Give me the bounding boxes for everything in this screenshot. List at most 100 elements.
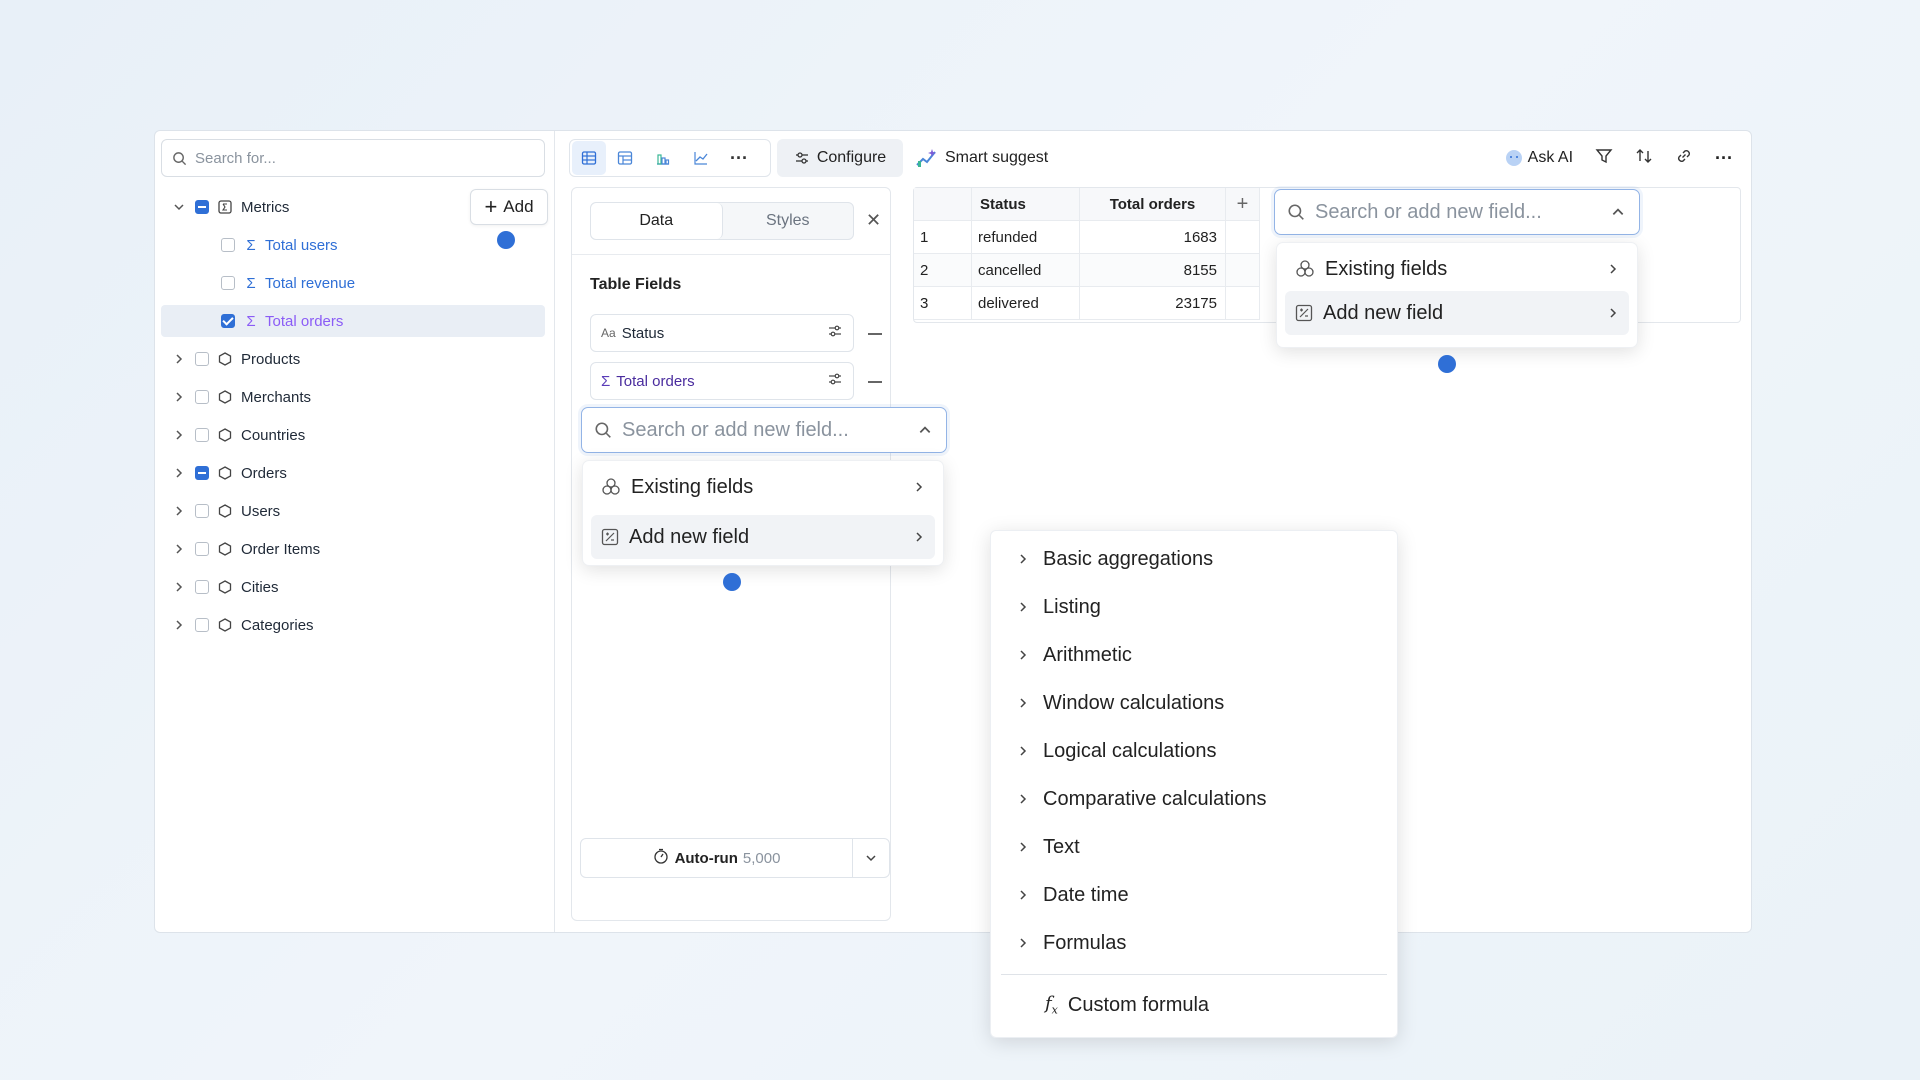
smart-suggest-button[interactable]: Smart suggest	[915, 139, 1048, 177]
column-header-total-orders[interactable]: Total orders	[1080, 188, 1226, 221]
menu-item-window-calculations[interactable]: Window calculations	[1017, 683, 1224, 723]
menu-item-existing-fields[interactable]: Existing fields	[1285, 247, 1629, 291]
section-title: Table Fields	[590, 276, 682, 293]
tree-item-order-items[interactable]: Order Items	[161, 533, 545, 565]
menu-item-text[interactable]: Text	[1017, 827, 1080, 867]
tree-item-merchants[interactable]: Merchants	[161, 381, 545, 413]
tree-item-products[interactable]: Products	[161, 343, 545, 375]
table-cell[interactable]: cancelled	[972, 254, 1080, 287]
field-settings-icon[interactable]	[827, 323, 843, 343]
chevron-right-icon[interactable]	[169, 619, 189, 631]
menu-item-basic-aggregations[interactable]: Basic aggregations	[1017, 539, 1213, 579]
checkbox[interactable]	[195, 504, 209, 518]
link-icon[interactable]	[1675, 147, 1693, 170]
table-cell[interactable]: 8155	[1080, 254, 1226, 287]
existing-fields-icon	[602, 478, 620, 495]
table-cell[interactable]: refunded	[972, 221, 1080, 254]
chevron-right-icon[interactable]	[169, 505, 189, 517]
column-header-status[interactable]: Status	[972, 188, 1080, 221]
tree-item-cities[interactable]: Cities	[161, 571, 545, 603]
menu-item-label: Listing	[1043, 595, 1101, 618]
menu-item-comparative-calculations[interactable]: Comparative calculations	[1017, 779, 1266, 819]
chevron-right-icon[interactable]	[169, 543, 189, 555]
checkbox[interactable]	[195, 466, 209, 480]
menu-item-label: Text	[1043, 835, 1080, 858]
pivot-viz-icon[interactable]	[606, 139, 644, 177]
ask-ai-button[interactable]: Ask AI	[1505, 149, 1573, 167]
chevron-right-icon[interactable]	[169, 467, 189, 479]
hexagon-icon	[217, 579, 233, 595]
tree-item-label: Total revenue	[265, 274, 356, 292]
field-pill-status[interactable]: Aa Status	[590, 314, 854, 352]
checkbox[interactable]	[221, 276, 235, 290]
menu-item-logical-calculations[interactable]: Logical calculations	[1017, 731, 1216, 771]
sigma-icon: Σ	[246, 236, 256, 254]
chevron-right-icon	[916, 482, 923, 492]
table-viz-icon[interactable]	[572, 141, 606, 175]
tree-item-countries[interactable]: Countries	[161, 419, 545, 451]
chevron-right-icon[interactable]	[169, 429, 189, 441]
checkbox[interactable]	[221, 314, 235, 328]
menu-item-formulas[interactable]: Formulas	[1017, 923, 1126, 963]
menu-item-label: Formulas	[1043, 931, 1127, 954]
remove-field-button[interactable]	[868, 381, 882, 383]
bar-chart-icon[interactable]	[644, 139, 682, 177]
connector-dot	[1438, 355, 1456, 373]
remove-field-button[interactable]	[868, 333, 882, 335]
sidebar-search-input[interactable]: Search for...	[161, 139, 545, 177]
configure-button[interactable]: Configure	[777, 139, 903, 177]
tree-item-total-revenue[interactable]: Σ Total revenue	[161, 267, 545, 299]
chevron-right-icon	[1610, 264, 1617, 274]
checkbox[interactable]	[195, 580, 209, 594]
menu-item-listing[interactable]: Listing	[1017, 587, 1101, 627]
chevron-up-icon[interactable]	[918, 423, 932, 437]
tree-item-label: Countries	[241, 426, 306, 444]
menu-item-existing-fields[interactable]: Existing fields	[591, 465, 935, 509]
field-pill-total-orders[interactable]: Σ Total orders	[590, 362, 854, 400]
chevron-down-icon[interactable]	[169, 201, 189, 213]
close-icon[interactable]: ✕	[866, 210, 881, 231]
checkbox[interactable]	[195, 428, 209, 442]
search-icon	[1288, 204, 1304, 220]
metrics-checkbox[interactable]	[195, 200, 209, 214]
chevron-right-icon[interactable]	[169, 353, 189, 365]
menu-item-custom-formula[interactable]: fx Custom formula	[1045, 985, 1209, 1025]
checkbox[interactable]	[221, 238, 235, 252]
checkbox[interactable]	[195, 352, 209, 366]
checkbox[interactable]	[195, 390, 209, 404]
tree-item-total-users[interactable]: Σ Total users	[161, 229, 545, 261]
menu-item-date-time[interactable]: Date time	[1017, 875, 1129, 915]
sliders-icon	[795, 152, 808, 164]
checkbox[interactable]	[195, 618, 209, 632]
tree-item-total-orders[interactable]: Σ Total orders	[161, 305, 545, 337]
tree-item-users[interactable]: Users	[161, 495, 545, 527]
field-settings-icon[interactable]	[827, 371, 843, 391]
menu-item-arithmetic[interactable]: Arithmetic	[1017, 635, 1132, 675]
table-field-search-input[interactable]: Search or add new field...	[1274, 189, 1640, 235]
more-options-icon[interactable]: ···	[1715, 148, 1733, 169]
sort-icon[interactable]	[1635, 147, 1653, 170]
line-chart-icon[interactable]	[682, 139, 720, 177]
tree-item-categories[interactable]: Categories	[161, 609, 545, 641]
table-cell[interactable]: 23175	[1080, 287, 1226, 320]
menu-item-add-new-field[interactable]: Add new field	[591, 515, 935, 559]
filter-icon[interactable]	[1595, 147, 1613, 170]
add-column-button[interactable]: +	[1226, 188, 1260, 221]
search-icon	[595, 422, 611, 438]
chevron-up-icon[interactable]	[1611, 205, 1625, 219]
tab-styles[interactable]: Styles	[723, 203, 854, 239]
chevron-right-icon[interactable]	[169, 391, 189, 403]
add-button[interactable]: + Add	[470, 189, 548, 225]
checkbox[interactable]	[195, 542, 209, 556]
chevron-down-icon[interactable]	[853, 852, 889, 864]
autorun-button[interactable]: Auto-run 5,000	[581, 839, 853, 877]
chevron-right-icon	[1017, 788, 1043, 811]
field-search-input[interactable]: Search or add new field...	[581, 407, 947, 453]
tab-data[interactable]: Data	[591, 203, 723, 239]
more-icon[interactable]: ···	[720, 139, 758, 177]
chevron-right-icon[interactable]	[169, 581, 189, 593]
menu-item-add-new-field[interactable]: Add new field	[1285, 291, 1629, 335]
table-cell[interactable]: 1683	[1080, 221, 1226, 254]
table-cell[interactable]: delivered	[972, 287, 1080, 320]
tree-item-orders[interactable]: Orders	[161, 457, 545, 489]
